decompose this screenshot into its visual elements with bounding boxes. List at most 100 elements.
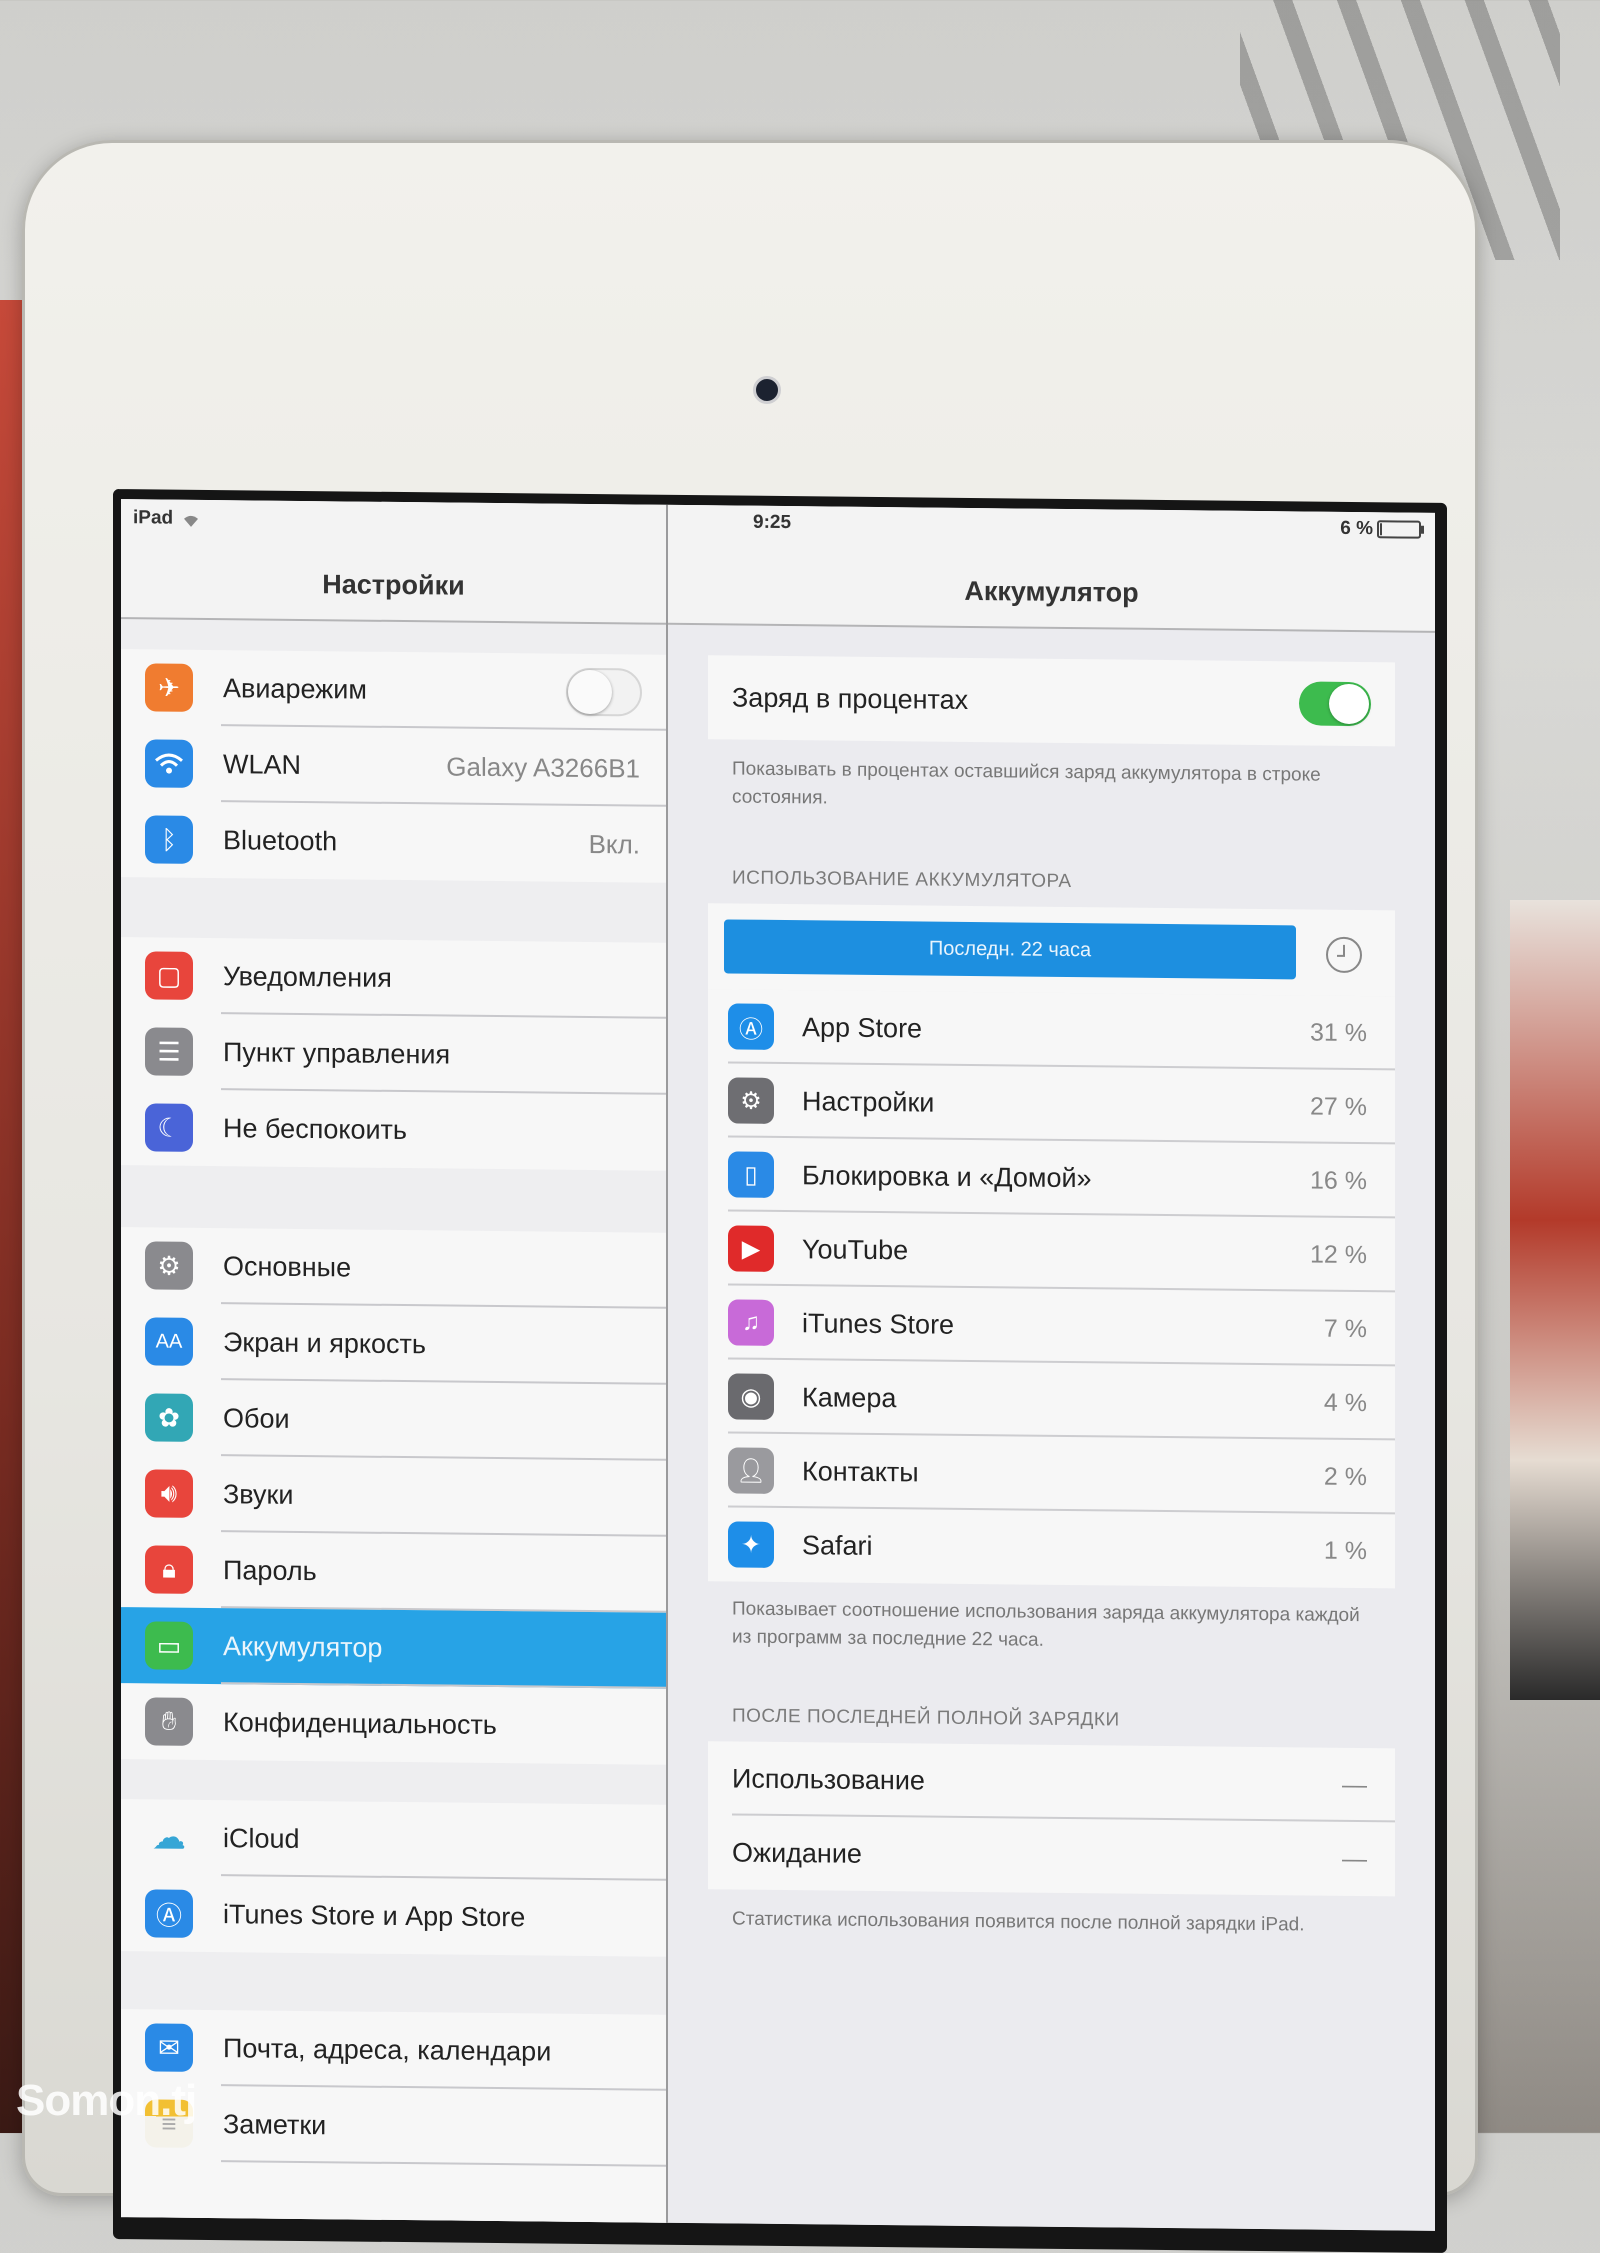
app-name: App Store (802, 1011, 923, 1043)
sidebar-item-sounds[interactable]: 🔊︎ Звуки (121, 1455, 666, 1537)
clock-icon[interactable] (1326, 936, 1362, 974)
settings-group-accounts: ☁ iCloud Ⓐ iTunes Store и App Store (121, 1799, 666, 1957)
battery-percentage-footnote: Показывать в процентах оставшийся заряд … (732, 758, 1321, 809)
usage-time-row: Использование — (708, 1741, 1395, 1822)
sidebar-item-label: Обои (223, 1402, 290, 1434)
sidebar-item-itunes-app-store[interactable]: Ⓐ iTunes Store и App Store (121, 1875, 666, 1957)
app-name: YouTube (802, 1233, 909, 1265)
app-usage-list: Ⓐ App Store 31 % ⚙ Настройки 27 % ▯ Блокировка … (708, 989, 1395, 1589)
app-name: Камера (802, 1381, 897, 1413)
battery-percentage-group: Заряд в процентах (708, 655, 1395, 747)
app-usage-row: 👤︎ Контакты 2 % (708, 1433, 1395, 1514)
sidebar-item-cut-off[interactable] (121, 2161, 666, 2231)
app-usage-row: Ⓐ App Store 31 % (708, 989, 1395, 1070)
app-usage-percent: 2 % (1323, 1462, 1367, 1491)
cloud-icon: ☁ (152, 1818, 186, 1857)
contacts-icon: 👤︎ (728, 1447, 774, 1494)
wifi-icon (145, 739, 193, 788)
app-usage-percent: 27 % (1310, 1092, 1367, 1121)
background-right (1510, 900, 1600, 1700)
battery-percentage-label: Заряд в процентах (732, 681, 969, 715)
sidebar-item-label: Заметки (223, 2108, 327, 2140)
speaker-icon: 🔊︎ (145, 1469, 193, 1518)
camera-icon: ◉ (728, 1373, 774, 1420)
standby-time-value: — (1342, 1844, 1367, 1873)
app-usage-percent: 1 % (1323, 1536, 1367, 1565)
notifications-icon: ▢ (145, 951, 193, 1000)
sidebar-item-label: Не беспокоить (223, 1112, 407, 1145)
sidebar-item-display-brightness[interactable]: AA Экран и яркость (121, 1303, 666, 1385)
usage-time-value: — (1342, 1770, 1367, 1799)
wallpaper-icon: ✿ (145, 1393, 193, 1442)
sidebar-item-mail-contacts-calendars[interactable]: ✉ Почта, адреса, календари (121, 2009, 666, 2091)
battery-percentage-toggle[interactable] (1299, 681, 1371, 727)
sidebar-item-label: iCloud (223, 1822, 300, 1854)
sidebar-item-label: Авиарежим (223, 672, 367, 705)
sidebar-item-passcode[interactable]: 🔒︎ Пароль (121, 1531, 666, 1613)
app-usage-row: ▯ Блокировка и «Домой» 16 % (708, 1137, 1395, 1218)
settings-sidebar: Настройки ✈ Авиарежим WLAN Galaxy A3266B… (121, 499, 668, 2231)
since-charge-footnote: Статистика использования появится после … (732, 1908, 1305, 1936)
device-name: iPad (133, 507, 174, 529)
since-charge-section-header: ПОСЛЕ ПОСЛЕДНЕЙ ПОЛНОЙ ЗАРЯДКИ (732, 1705, 1120, 1731)
hand-icon: ✋︎ (145, 1697, 193, 1746)
home-lock-icon: ▯ (728, 1151, 774, 1198)
app-name: iTunes Store (802, 1307, 955, 1340)
battery-percent-text: 6 % (1340, 517, 1373, 540)
sidebar-item-do-not-disturb[interactable]: ☾ Не беспокоить (121, 1089, 666, 1171)
sidebar-item-icloud[interactable]: ☁ iCloud (121, 1799, 666, 1881)
watermark: Somon.tj (16, 2076, 197, 2125)
display-brightness-icon: AA (145, 1317, 193, 1366)
gear-icon: ⚙ (728, 1077, 774, 1124)
status-time: 9:25 (753, 511, 792, 534)
app-usage-row: ♫ iTunes Store 7 % (708, 1285, 1395, 1366)
app-usage-percent: 31 % (1310, 1018, 1367, 1047)
app-name: Контакты (802, 1455, 919, 1487)
sidebar-item-airplane-mode[interactable]: ✈ Авиарежим (121, 649, 666, 731)
lock-icon: 🔒︎ (145, 1545, 193, 1594)
sidebar-item-general[interactable]: ⚙ Основные (121, 1227, 666, 1309)
sidebar-item-wlan[interactable]: WLAN Galaxy A3266B1 (121, 725, 666, 807)
sidebar-item-label: Пароль (223, 1554, 317, 1586)
sidebar-item-label: Аккумулятор (223, 1630, 383, 1663)
sidebar-item-label: Основные (223, 1250, 352, 1282)
sidebar-item-notes[interactable]: ≡ Заметки (121, 2085, 666, 2167)
compass-icon: ✦ (728, 1521, 774, 1568)
app-name: Настройки (802, 1085, 935, 1118)
wifi-signal-icon (183, 512, 199, 527)
status-battery-icon (1377, 520, 1421, 539)
screen-bezel: Настройки ✈ Авиарежим WLAN Galaxy A3266B… (113, 489, 1447, 2253)
screen: Настройки ✈ Авиарежим WLAN Galaxy A3266B… (121, 499, 1435, 2231)
sidebar-item-wallpaper[interactable]: ✿ Обои (121, 1379, 666, 1461)
standby-time-row: Ожидание — (708, 1815, 1395, 1896)
sidebar-item-label: Уведомления (223, 960, 392, 993)
usage-time-label: Использование (732, 1762, 925, 1796)
sidebar-item-control-center[interactable]: ☰ Пункт управления (121, 1013, 666, 1095)
usage-footnote: Показывает соотношение использования зар… (732, 1598, 1360, 1651)
since-charge-group: Использование — Ожидание — (708, 1741, 1395, 1897)
bluetooth-icon: ᛒ (145, 815, 193, 864)
sidebar-item-label: Экран и яркость (223, 1326, 426, 1359)
app-usage-row: ▶ YouTube 12 % (708, 1211, 1395, 1292)
usage-section-header: ИСПОЛЬЗОВАНИЕ АККУМУЛЯТОРА (732, 867, 1072, 893)
sidebar-item-label: iTunes Store и App Store (223, 1898, 526, 1932)
settings-group-apps: ✉ Почта, адреса, календари ≡ Заметки (121, 2009, 666, 2231)
youtube-icon: ▶ (728, 1225, 774, 1272)
moon-icon: ☾ (145, 1103, 193, 1152)
airplane-icon: ✈ (145, 663, 193, 712)
sidebar-item-label: Звуки (223, 1478, 294, 1510)
settings-group-general: ⚙ Основные AA Экран и яркость ✿ Обои 🔊︎ … (121, 1227, 666, 1765)
settings-group-connectivity: ✈ Авиарежим WLAN Galaxy A3266B1 ᛒ Blueto… (121, 649, 666, 883)
usage-period-segment[interactable]: Последн. 22 часа (724, 919, 1296, 980)
airplane-mode-toggle[interactable] (566, 667, 642, 717)
sidebar-item-notifications[interactable]: ▢ Уведомления (121, 937, 666, 1019)
app-store-icon: Ⓐ (728, 1003, 774, 1050)
mail-icon: ✉ (145, 2023, 193, 2072)
sidebar-item-bluetooth[interactable]: ᛒ Bluetooth Вкл. (121, 801, 666, 883)
battery-icon: ▭ (145, 1621, 193, 1670)
app-store-icon: Ⓐ (145, 1889, 193, 1938)
sidebar-item-battery[interactable]: ▭ Аккумулятор (121, 1607, 666, 1689)
sidebar-item-privacy[interactable]: ✋︎ Конфиденциальность (121, 1683, 666, 1765)
app-usage-row: ◉ Камера 4 % (708, 1359, 1395, 1440)
app-usage-percent: 4 % (1323, 1388, 1367, 1417)
